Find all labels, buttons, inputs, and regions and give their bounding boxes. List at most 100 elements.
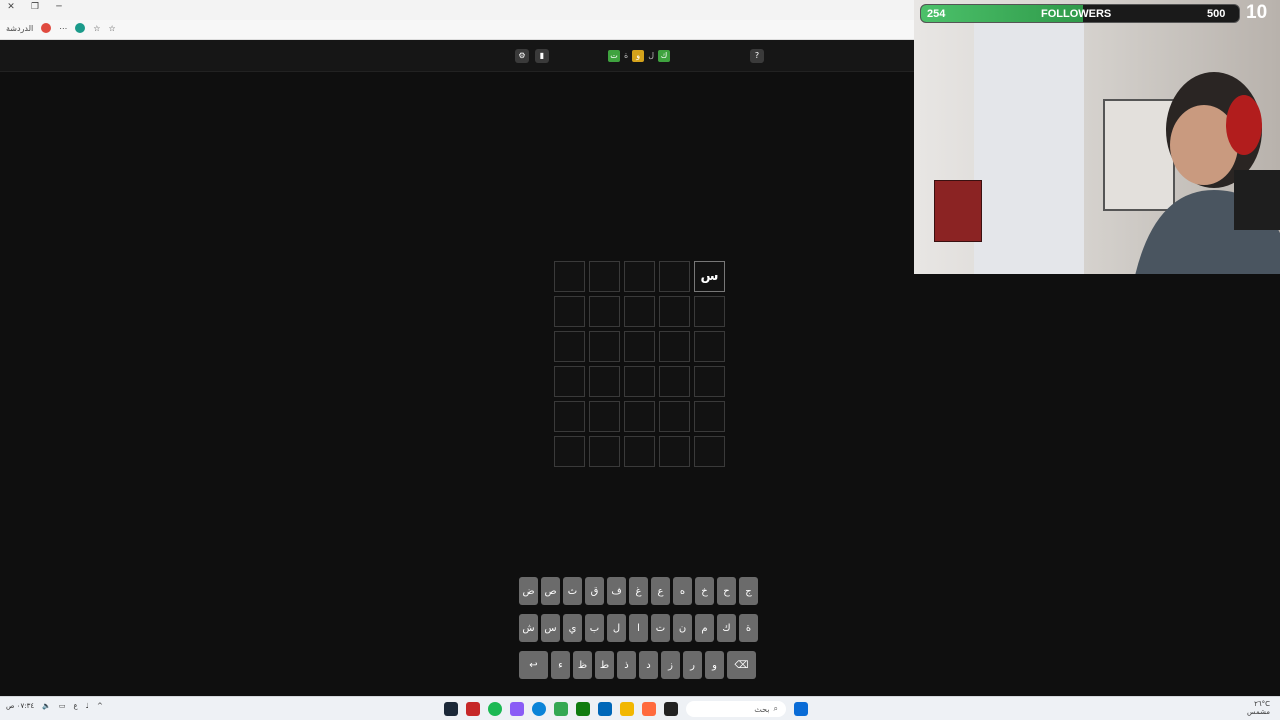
keyboard-key[interactable]: ص <box>541 577 560 605</box>
keyboard-key[interactable]: ر <box>683 651 702 679</box>
chevron-up-icon[interactable]: ^ <box>97 702 103 710</box>
guess-grid: س <box>554 261 725 467</box>
weather-label: مشمس <box>1247 708 1270 716</box>
grid-tile <box>694 331 725 362</box>
grid-tile <box>624 366 655 397</box>
keyboard-key[interactable]: ح <box>717 577 736 605</box>
keyboard-key[interactable]: ش <box>519 614 538 642</box>
keyboard-key[interactable]: ج <box>739 577 758 605</box>
grid-tile <box>624 331 655 362</box>
network-icon[interactable]: ▭ <box>59 702 66 710</box>
keyboard-key[interactable]: ت <box>651 614 670 642</box>
minimize-icon[interactable]: ─ <box>54 2 64 12</box>
steam-icon[interactable] <box>444 702 458 716</box>
terminal-icon[interactable] <box>664 702 678 716</box>
logo-letter: ة <box>624 51 629 60</box>
streamer-image <box>1103 72 1280 274</box>
system-tray: ٠٧:٣٤ ص 🔈 ▭ ع ♩ ^ <box>6 702 103 710</box>
keyboard-key[interactable]: ظ <box>573 651 592 679</box>
grid-tile <box>694 366 725 397</box>
grid-tile <box>624 436 655 467</box>
settings-button[interactable]: ⚙ <box>515 49 529 63</box>
followers-target: 500 <box>1207 8 1226 20</box>
grid-tile <box>659 436 690 467</box>
follower-goal-bar: 254 FOLLOWERS 500 <box>920 4 1240 23</box>
keyboard-key[interactable]: ذ <box>617 651 636 679</box>
goal-count: 10 <box>1246 2 1268 23</box>
keyboard-key[interactable]: غ <box>629 577 648 605</box>
keyboard-key[interactable]: ك <box>717 614 736 642</box>
keyboard-key[interactable]: ا <box>629 614 648 642</box>
backspace-key[interactable]: ⌫ <box>727 651 756 679</box>
keyboard-key[interactable]: ي <box>563 614 582 642</box>
keyboard-key[interactable]: ة <box>739 614 758 642</box>
enter-key[interactable]: ↩ <box>519 651 548 679</box>
weather-temp: ٢٦°C <box>1254 700 1270 708</box>
edge-icon[interactable] <box>532 702 546 716</box>
taskbar: ٠٧:٣٤ ص 🔈 ▭ ع ♩ ^ بحث ⌕ ٢٦°C مشمس <box>0 696 1280 720</box>
keyboard-key[interactable]: س <box>541 614 560 642</box>
taskbar-search[interactable]: بحث ⌕ <box>686 701 786 717</box>
keyboard-key[interactable]: ل <box>607 614 626 642</box>
grid-tile <box>694 401 725 432</box>
app-icon[interactable] <box>642 702 656 716</box>
restore-icon[interactable]: ❐ <box>30 2 40 12</box>
keyboard-row: ↩ ء ظ ط ذ د ز ر و ⌫ <box>519 651 761 679</box>
grid-tile <box>589 366 620 397</box>
followers-label: FOLLOWERS <box>1041 8 1112 20</box>
chat-tab-label[interactable]: الدردشة <box>6 24 33 33</box>
keyboard-key[interactable]: ض <box>519 577 538 605</box>
favorites-icon[interactable]: ☆ <box>93 24 100 33</box>
close-icon[interactable]: ✕ <box>6 2 16 12</box>
windows-start-icon[interactable] <box>794 702 808 716</box>
keyboard-key[interactable]: و <box>705 651 724 679</box>
gear-icon: ⚙ <box>518 51 526 60</box>
spotify-icon[interactable] <box>488 702 502 716</box>
search-icon: ⌕ <box>773 704 778 713</box>
grid-tile <box>659 331 690 362</box>
more-icon[interactable]: ⋯ <box>59 24 67 33</box>
keyboard-key[interactable]: ء <box>551 651 570 679</box>
grid-tile <box>694 296 725 327</box>
logo-tile: و <box>632 50 645 62</box>
grid-tile <box>659 366 690 397</box>
webcam-door <box>974 20 1084 274</box>
followers-current: 254 <box>927 8 946 20</box>
discord-icon[interactable] <box>510 702 524 716</box>
keyboard-key[interactable]: ط <box>595 651 614 679</box>
grid-tile <box>589 331 620 362</box>
keyboard-key[interactable]: ع <box>651 577 670 605</box>
keyboard-key[interactable]: ب <box>585 614 604 642</box>
keyboard-key[interactable]: ق <box>585 577 604 605</box>
keyboard-key[interactable]: ه <box>673 577 692 605</box>
keyboard-key[interactable]: ف <box>607 577 626 605</box>
xbox-icon[interactable] <box>576 702 590 716</box>
keyboard-key[interactable]: م <box>695 614 714 642</box>
grid-tile <box>554 366 585 397</box>
board-game-box <box>934 180 982 242</box>
keyboard-key[interactable]: خ <box>695 577 714 605</box>
mic-icon[interactable]: ♩ <box>86 702 89 710</box>
edge-icon[interactable] <box>75 23 86 33</box>
grid-tile: س <box>694 261 725 292</box>
weather-widget[interactable]: ٢٦°C مشمس <box>1247 700 1270 716</box>
keyboard-key[interactable]: ث <box>563 577 582 605</box>
folder-icon[interactable] <box>620 702 634 716</box>
grid-tile <box>624 296 655 327</box>
keyboard-key[interactable]: د <box>639 651 658 679</box>
star-icon[interactable]: ☆ <box>108 24 115 33</box>
language-indicator[interactable]: ع <box>73 702 77 710</box>
clock-time[interactable]: ٠٧:٣٤ ص <box>6 702 34 710</box>
chrome-icon[interactable] <box>554 702 568 716</box>
app-icon[interactable] <box>466 702 480 716</box>
game-logo: ت ة و ل ك <box>608 50 671 62</box>
copilot-icon[interactable] <box>41 23 52 33</box>
game-header: ⚙ ▮ ت ة و ل ك ? <box>0 40 915 72</box>
volume-icon[interactable]: 🔈 <box>42 702 51 710</box>
grid-tile <box>554 296 585 327</box>
help-button[interactable]: ? <box>750 49 764 63</box>
store-icon[interactable] <box>598 702 612 716</box>
stats-button[interactable]: ▮ <box>535 49 549 63</box>
keyboard-key[interactable]: ن <box>673 614 692 642</box>
keyboard-key[interactable]: ز <box>661 651 680 679</box>
